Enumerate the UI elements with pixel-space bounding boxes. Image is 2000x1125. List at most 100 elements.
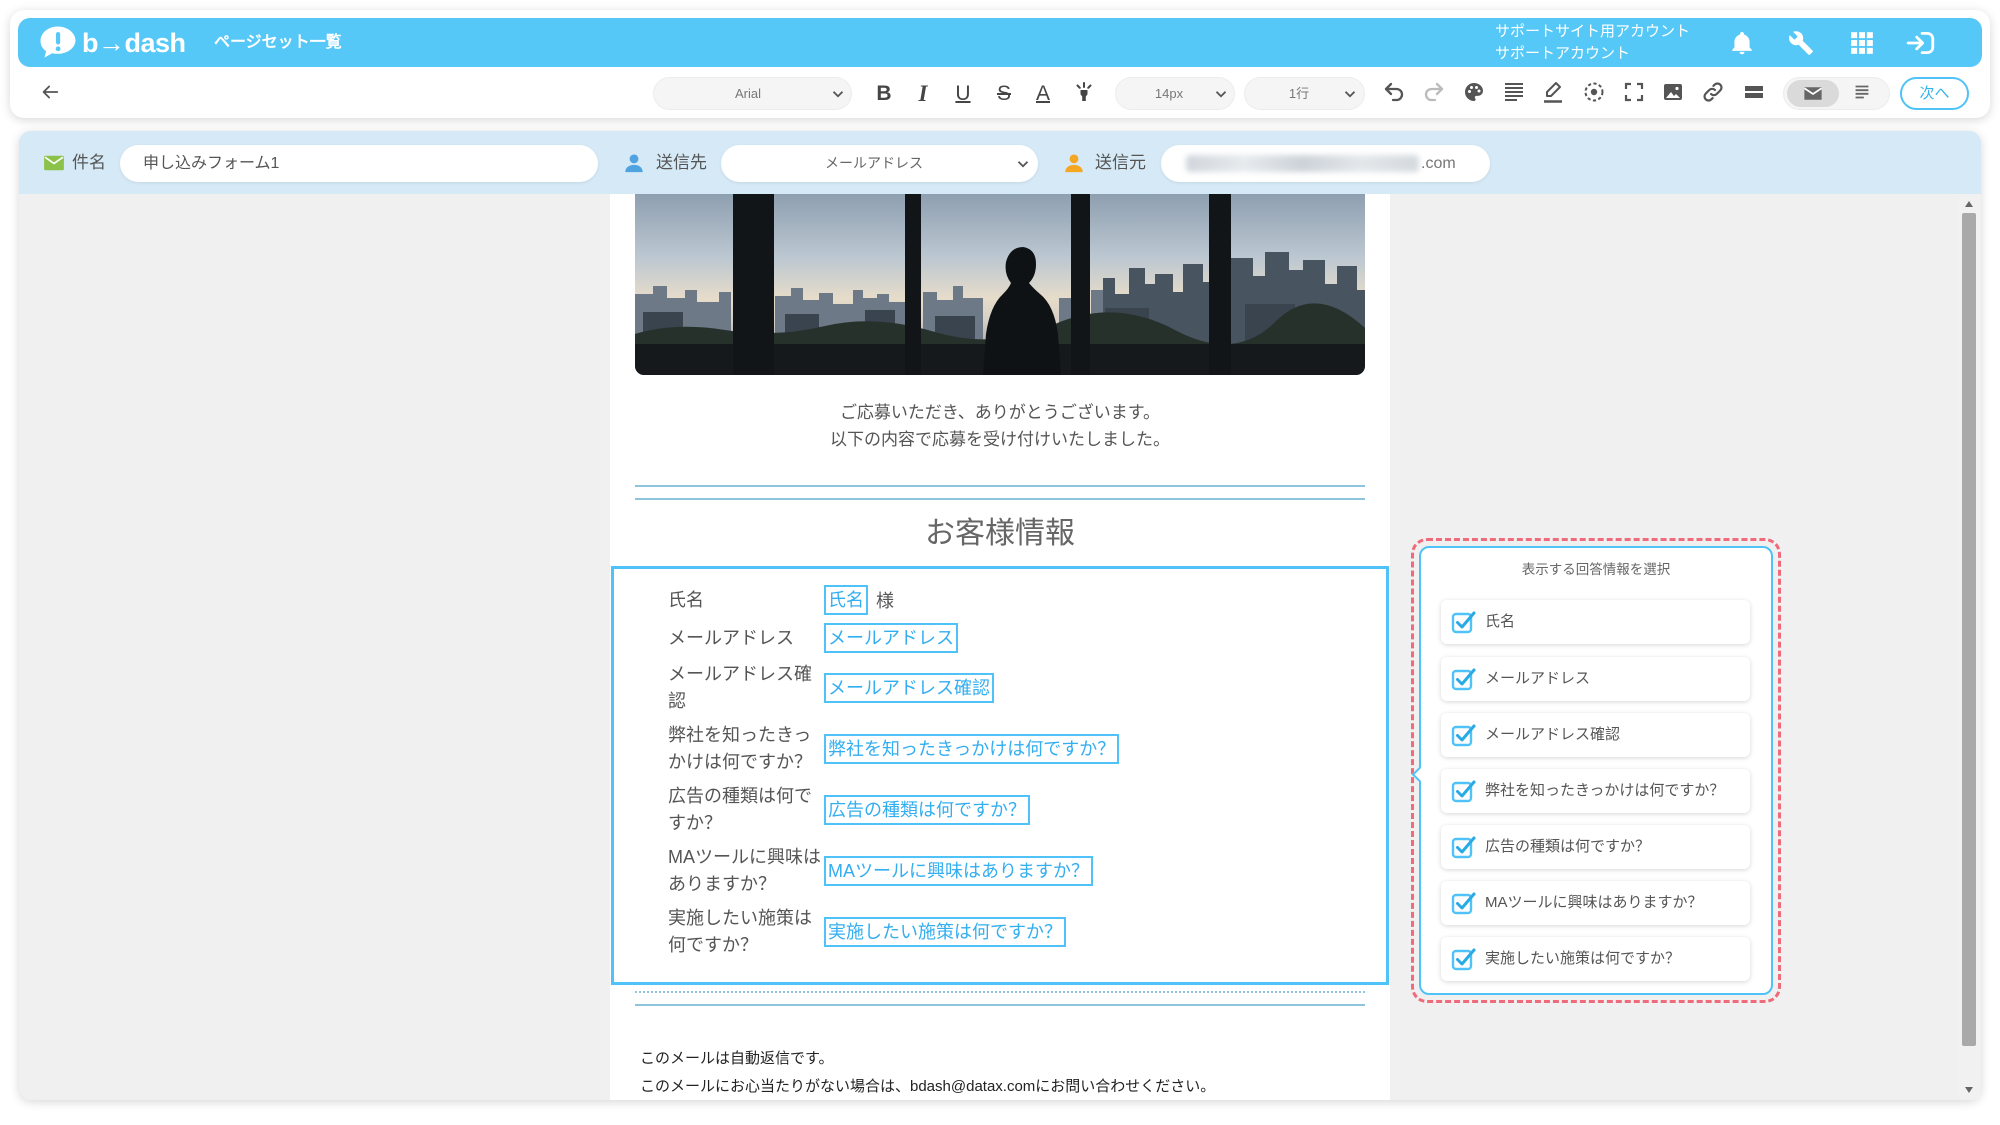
subject-envelope-icon [43, 154, 65, 172]
logout-icon[interactable] [1906, 30, 1936, 56]
answer-option-label: 実施したい施策は何ですか？ [1485, 950, 1681, 967]
footer-line-2: このメールにお心当たりがない場合は、bdash@datax.comにお問い合わせ… [640, 1078, 1216, 1095]
undo-icon[interactable] [1382, 80, 1406, 104]
table-row: MAツールに興味はありますか？ MAツールに興味はありますか？ [668, 840, 1386, 901]
checkbox-checked-icon[interactable] [1451, 890, 1477, 916]
divider-line [635, 498, 1365, 500]
logo-bubble-icon[interactable] [38, 24, 78, 61]
merge-field[interactable]: メールアドレス [824, 623, 958, 653]
page-title[interactable]: ページセット一覧 [214, 30, 342, 56]
table-row: 弊社を知ったきっかけは何ですか？ 弊社を知ったきっかけは何ですか？ [668, 718, 1386, 779]
table-row: メールアドレス確認 メールアドレス確認 [668, 657, 1386, 718]
row-label: 実施したい施策は何ですか？ [668, 907, 812, 955]
checkbox-checked-icon[interactable] [1451, 722, 1477, 748]
link-icon[interactable] [1701, 80, 1725, 104]
border-pen-icon[interactable] [1541, 80, 1565, 104]
answer-option[interactable]: 実施したい施策は何ですか？ [1441, 937, 1750, 981]
hero-image[interactable] [635, 194, 1365, 375]
account-user-name: サポートアカウント [1495, 45, 1631, 62]
intro-line-1: ご応募いただき、ありがとうございます。 [839, 403, 1161, 422]
font-family-value: Arial [734, 86, 761, 101]
recipient-value: メールアドレス [825, 155, 923, 171]
divider-line [635, 485, 1365, 487]
checkbox-checked-icon[interactable] [1451, 778, 1477, 804]
divider-line [635, 1004, 1365, 1006]
redo-icon[interactable] [1422, 80, 1446, 104]
account-site-name: サポートサイト用アカウント [1495, 23, 1691, 40]
customer-info-block[interactable]: 氏名 氏名 様 メールアドレス メールアドレス メールアドレス確認 メールアドレ… [611, 566, 1389, 985]
merge-field[interactable]: 実施したい施策は何ですか？ [824, 916, 1066, 947]
wrench-icon[interactable] [1788, 30, 1814, 56]
font-size-value: 14px [1154, 86, 1184, 101]
chevron-down-icon [1014, 155, 1032, 173]
recipient-select[interactable]: メールアドレス [721, 145, 1038, 182]
underline-button[interactable]: U [948, 77, 978, 110]
palette-icon[interactable] [1462, 80, 1486, 104]
subject-input[interactable]: 申し込みフォーム1 [120, 145, 598, 182]
merge-field[interactable]: 弊社を知ったきっかけは何ですか？ [824, 733, 1120, 764]
recipient-person-icon [623, 151, 645, 175]
bell-icon[interactable] [1729, 30, 1755, 56]
answer-option[interactable]: 広告の種類は何ですか？ [1441, 825, 1750, 869]
section-title: お客様情報 [925, 517, 1075, 550]
chevron-down-icon [1212, 85, 1230, 103]
table-row: 広告の種類は何ですか？ 広告の種類は何ですか？ [668, 779, 1386, 840]
font-family-select[interactable]: Arial [653, 77, 852, 110]
highlight-icon[interactable] [1072, 80, 1096, 104]
scroll-up-arrow-icon[interactable] [1963, 199, 1975, 209]
scrollbar-thumb[interactable] [1962, 213, 1976, 1046]
checkbox-checked-icon[interactable] [1451, 609, 1477, 635]
honorific-suffix: 様 [876, 591, 894, 611]
divider-icon[interactable] [1742, 80, 1766, 104]
answer-option-label: MAツールに興味はありますか？ [1485, 894, 1703, 911]
merge-field[interactable]: 広告の種類は何ですか？ [824, 794, 1030, 825]
answer-option[interactable]: 氏名 [1441, 600, 1750, 644]
row-label: メールアドレス [668, 627, 794, 648]
checkbox-checked-icon[interactable] [1451, 946, 1477, 972]
intro-text: ご応募いただき、ありがとうございます。 以下の内容で応募を受け付けいたしました。 [610, 399, 1390, 453]
merge-field[interactable]: メールアドレス確認 [824, 672, 994, 703]
image-icon[interactable] [1661, 80, 1685, 104]
answer-option[interactable]: メールアドレス確認 [1441, 713, 1750, 757]
row-label: メールアドレス確認 [668, 663, 812, 711]
align-icon[interactable] [1502, 80, 1526, 104]
line-height-select[interactable]: 1行 [1244, 77, 1365, 110]
table-row: メールアドレス メールアドレス [668, 619, 1386, 657]
answer-option[interactable]: メールアドレス [1441, 657, 1750, 701]
strikethrough-button[interactable]: S [989, 77, 1019, 110]
answer-option[interactable]: MAツールに興味はありますか？ [1441, 881, 1750, 925]
checkbox-checked-icon[interactable] [1451, 666, 1477, 692]
fullscreen-icon[interactable] [1622, 80, 1646, 104]
target-icon[interactable] [1582, 80, 1606, 104]
row-label: 広告の種類は何ですか？ [668, 785, 812, 833]
scroll-down-arrow-icon[interactable] [1963, 1085, 1975, 1095]
sender-person-icon [1063, 151, 1085, 175]
answer-option-label: メールアドレス確認 [1485, 726, 1621, 743]
answer-option-label: 氏名 [1485, 613, 1516, 630]
font-size-select[interactable]: 14px [1115, 77, 1235, 110]
table-row: 実施したい施策は何ですか？ 実施したい施策は何ですか？ [668, 901, 1386, 962]
mail-view-button[interactable] [1787, 80, 1839, 107]
intro-line-2: 以下の内容で応募を受け付けいたしました。 [830, 430, 1170, 449]
text-view-icon[interactable] [1851, 81, 1873, 103]
checkbox-checked-icon[interactable] [1451, 834, 1477, 860]
italic-button[interactable]: I [908, 77, 938, 110]
merge-field[interactable]: 氏名 [824, 585, 868, 615]
answer-option-label: 弊社を知ったきっかけは何ですか？ [1485, 782, 1725, 799]
answer-option[interactable]: 弊社を知ったきっかけは何ですか？ [1441, 769, 1750, 813]
recipient-label: 送信先 [656, 153, 707, 172]
bold-button[interactable]: B [869, 77, 899, 110]
sender-domain: .com [1421, 155, 1456, 172]
font-color-button[interactable]: A [1028, 77, 1058, 110]
divider-line [635, 991, 1365, 993]
next-button[interactable]: 次へ [1900, 77, 1969, 110]
row-label: 氏名 [668, 589, 704, 610]
table-row: 氏名 氏名 様 [668, 581, 1386, 619]
row-label: MAツールに興味はありますか？ [668, 846, 821, 894]
merge-field[interactable]: MAツールに興味はありますか？ [824, 855, 1093, 886]
sender-input[interactable]: .com [1161, 145, 1490, 182]
apps-grid-icon[interactable] [1849, 30, 1875, 56]
logo-text[interactable]: b→dash [82, 24, 186, 62]
chevron-down-icon [1341, 85, 1359, 103]
back-arrow-icon[interactable] [39, 81, 61, 103]
